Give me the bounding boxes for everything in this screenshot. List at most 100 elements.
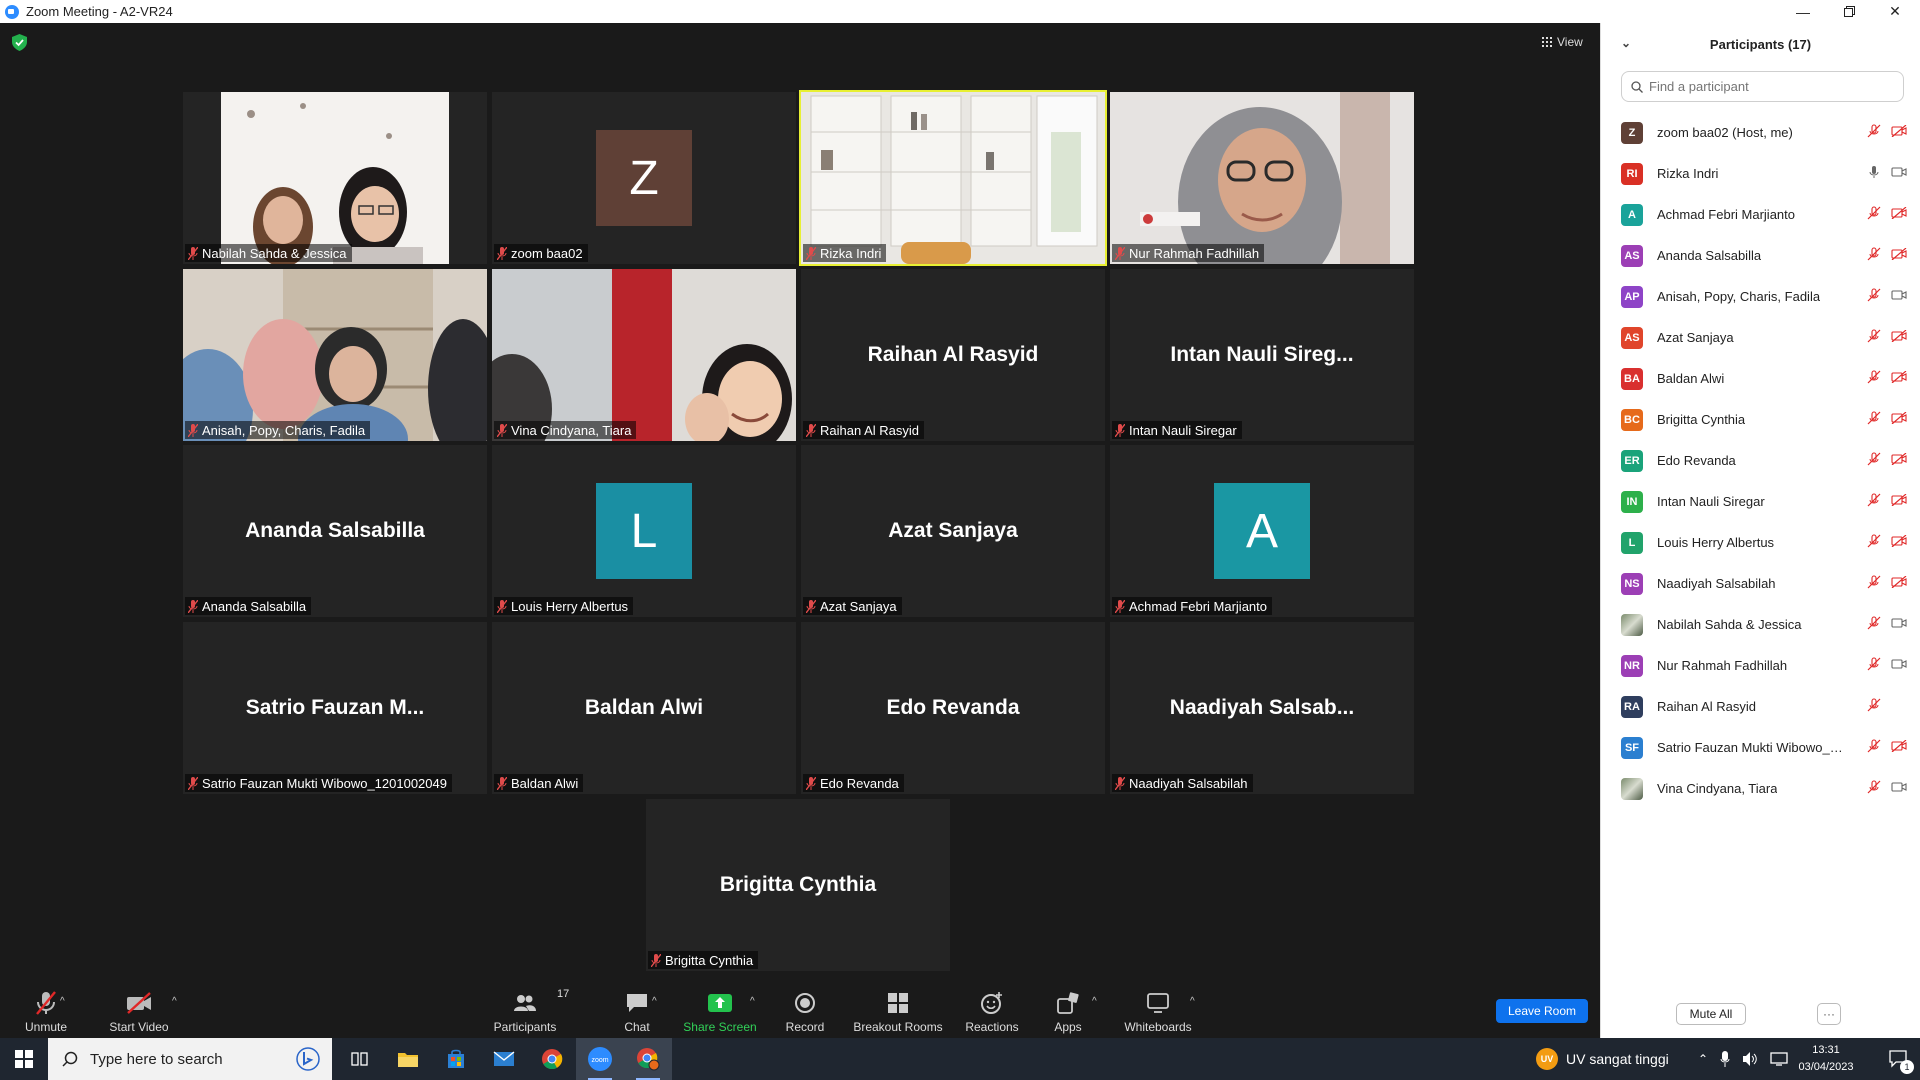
video-tile[interactable]: Ananda Salsabilla Ananda Salsabilla [183,445,487,617]
mute-all-button[interactable]: Mute All [1676,1003,1746,1025]
video-tile[interactable]: Zzoom baa02 [492,92,796,264]
start-video-button[interactable]: Start Video [84,982,194,1038]
video-icon[interactable] [1891,166,1907,178]
participant-row[interactable]: Zzoom baa02 (Host, me) [1601,112,1920,153]
mic-muted-icon[interactable] [1867,329,1881,343]
video-off-icon[interactable] [1891,535,1907,547]
microsoft-store-app[interactable] [432,1038,480,1080]
mic-muted-icon[interactable] [1867,206,1881,220]
leave-room-button[interactable]: Leave Room [1496,999,1588,1023]
participant-row[interactable]: A Achmad Febri Marjianto [1601,194,1920,235]
close-window-button[interactable]: ✕ [1872,0,1918,23]
participant-row[interactable]: NS Naadiyah Salsabilah [1601,563,1920,604]
mail-app[interactable] [480,1038,528,1080]
participant-row[interactable]: L Louis Herry Albertus [1601,522,1920,563]
apps-button[interactable]: Apps [1050,982,1086,1038]
video-tile[interactable]: Vina Cindyana, Tiara [492,269,796,441]
audio-options-caret-icon[interactable]: ^ [60,996,65,1007]
video-tile[interactable]: Azat Sanjaya Azat Sanjaya [801,445,1105,617]
notification-center-button[interactable]: 1 [1878,1038,1920,1080]
video-off-icon[interactable] [1891,740,1907,752]
participant-row[interactable]: SF Satrio Fauzan Mukti Wibowo_12... [1601,727,1920,768]
video-off-icon[interactable] [1891,330,1907,342]
video-tile[interactable]: Brigitta Cynthia Brigitta Cynthia [646,799,950,971]
task-view-button[interactable] [336,1038,384,1080]
mic-muted-icon[interactable] [1867,575,1881,589]
reactions-button[interactable]: Reactions [962,982,1022,1038]
more-options-button[interactable]: ··· [1817,1003,1841,1025]
mic-muted-icon[interactable] [1867,370,1881,384]
show-hidden-icons-chevron-icon[interactable]: ⌃ [1698,1052,1708,1066]
video-tile[interactable]: Intan Nauli Sireg... Intan Nauli Siregar [1110,269,1414,441]
video-icon[interactable] [1891,289,1907,301]
mic-muted-icon[interactable] [1867,698,1881,712]
mic-muted-icon[interactable] [1867,288,1881,302]
video-off-icon[interactable] [1891,453,1907,465]
view-button[interactable]: View [1536,32,1589,52]
participant-row[interactable]: RI Rizka Indri [1601,153,1920,194]
participants-button[interactable]: 17 Participants [488,982,570,1038]
video-off-icon[interactable] [1891,412,1907,424]
mic-icon[interactable] [1867,165,1881,179]
system-clock[interactable]: 13:31 03/04/2023 [1780,1042,1872,1076]
video-off-icon[interactable] [1891,125,1907,137]
video-off-icon[interactable] [1891,248,1907,260]
record-button[interactable]: Record [780,982,830,1038]
collapse-panel-chevron-icon[interactable]: ⌄ [1621,36,1631,50]
participant-row[interactable]: AP Anisah, Popy, Charis, Fadila [1601,276,1920,317]
encryption-shield-icon[interactable] [12,34,27,51]
mic-muted-icon[interactable] [1867,739,1881,753]
participant-row[interactable]: Nabilah Sahda & Jessica [1601,604,1920,645]
video-tile[interactable]: Baldan Alwi Baldan Alwi [492,622,796,794]
chrome-app[interactable] [528,1038,576,1080]
file-explorer-app[interactable] [384,1038,432,1080]
participant-row[interactable]: BA Baldan Alwi [1601,358,1920,399]
mic-muted-icon[interactable] [1867,124,1881,138]
volume-icon[interactable] [1742,1051,1758,1067]
minimize-button[interactable]: — [1780,0,1826,23]
share-screen-button[interactable]: Share Screen [680,982,760,1038]
mic-muted-icon[interactable] [1867,657,1881,671]
video-tile[interactable]: Edo Revanda Edo Revanda [801,622,1105,794]
video-options-caret-icon[interactable]: ^ [172,996,177,1007]
video-tile[interactable]: Naadiyah Salsab... Naadiyah Salsabilah [1110,622,1414,794]
video-off-icon[interactable] [1891,576,1907,588]
video-tile[interactable]: L Louis Herry Albertus [492,445,796,617]
video-tile[interactable]: Nabilah Sahda & Jessica [183,92,487,264]
participant-row[interactable]: NR Nur Rahmah Fadhillah [1601,645,1920,686]
video-tile[interactable]: Rizka Indri [799,90,1107,266]
video-tile[interactable]: Satrio Fauzan M... Satrio Fauzan Mukti Wi… [183,622,487,794]
mic-muted-icon[interactable] [1867,493,1881,507]
whiteboards-options-caret-icon[interactable]: ^ [1190,996,1195,1007]
video-tile[interactable]: Nur Rahmah Fadhillah [1110,92,1414,264]
restore-button[interactable] [1826,0,1872,23]
participant-row[interactable]: AS Azat Sanjaya [1601,317,1920,358]
mic-muted-icon[interactable] [1867,247,1881,261]
start-button[interactable] [0,1038,48,1080]
breakout-rooms-button[interactable]: Breakout Rooms [848,982,948,1038]
whiteboards-button[interactable]: Whiteboards [1116,982,1200,1038]
video-off-icon[interactable] [1891,371,1907,383]
chat-options-caret-icon[interactable]: ^ [652,996,657,1007]
participant-row[interactable]: AS Ananda Salsabilla [1601,235,1920,276]
video-tile[interactable]: Raihan Al Rasyid Raihan Al Rasyid [801,269,1105,441]
participant-row[interactable]: BC Brigitta Cynthia [1601,399,1920,440]
mic-muted-icon[interactable] [1867,534,1881,548]
participant-row[interactable]: Vina Cindyana, Tiara [1601,768,1920,809]
bing-icon[interactable] [296,1047,320,1071]
weather-widget[interactable]: UV UV sangat tinggi [1536,1038,1669,1080]
unmute-button[interactable]: Unmute [16,982,76,1038]
microphone-tray-icon[interactable] [1720,1051,1730,1067]
mic-muted-icon[interactable] [1867,616,1881,630]
video-off-icon[interactable] [1891,207,1907,219]
video-icon[interactable] [1891,781,1907,793]
participant-row[interactable]: RA Raihan Al Rasyid [1601,686,1920,727]
video-tile[interactable]: A Achmad Febri Marjianto [1110,445,1414,617]
zoom-app[interactable]: zoom [576,1038,624,1080]
participant-search-box[interactable] [1621,71,1904,102]
chrome-profile-app[interactable] [624,1038,672,1080]
mic-muted-icon[interactable] [1867,452,1881,466]
participant-row[interactable]: IN Intan Nauli Siregar [1601,481,1920,522]
participant-search-input[interactable] [1649,79,1889,94]
video-off-icon[interactable] [1891,494,1907,506]
